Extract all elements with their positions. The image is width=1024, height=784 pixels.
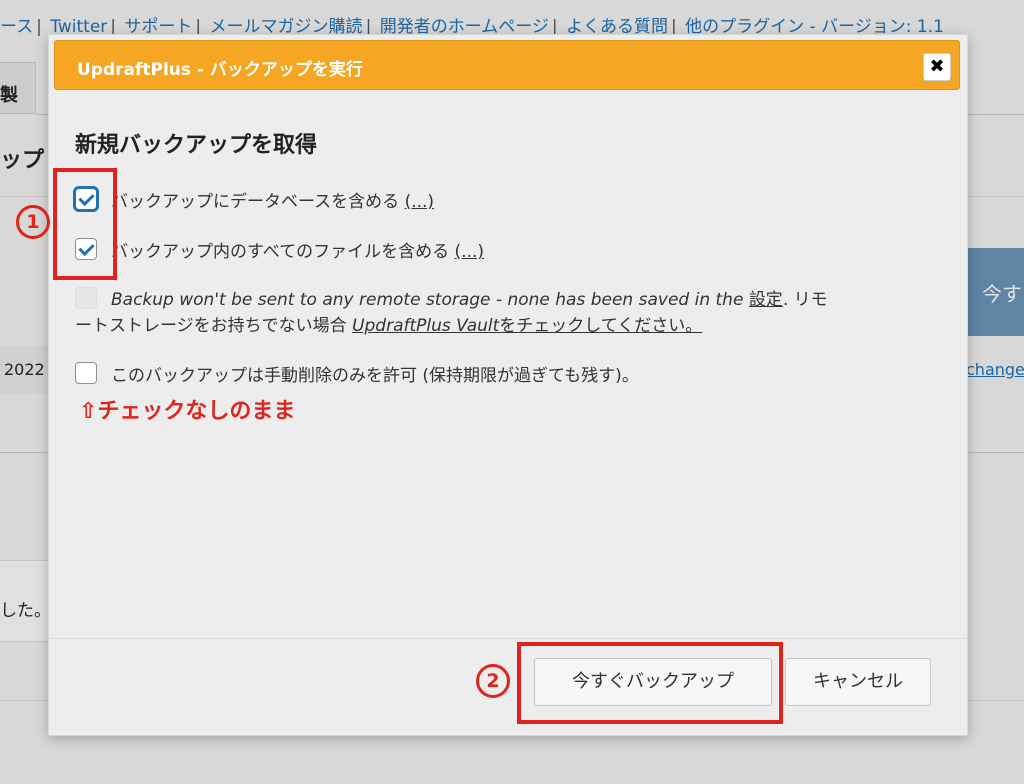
include-files-label: バックアップ内のすべてのファイルを含める xyxy=(111,242,450,262)
annotation-box-2 xyxy=(517,642,783,724)
annotation-keep-unchecked: ⇧チェックなしのまま xyxy=(79,399,296,424)
vault-link[interactable]: UpdraftPlus Vault xyxy=(352,316,499,336)
remote-notice-text: Backup won't be sent to any remote stora… xyxy=(111,290,744,310)
dialog-footer-divider xyxy=(49,638,967,639)
cancel-button[interactable]: キャンセル xyxy=(785,658,931,706)
settings-link[interactable]: 設定 xyxy=(749,290,783,310)
include-database-more-link[interactable]: (...) xyxy=(405,192,434,212)
annotation-box-1 xyxy=(53,168,117,280)
manual-delete-label: このバックアップは手動削除のみを許可 (保持期限が過ぎても残す)。 xyxy=(111,366,639,386)
dialog-title: UpdraftPlus - バックアップを実行 xyxy=(77,60,363,80)
annotation-marker-1: 1 xyxy=(16,205,50,239)
include-files-more-link[interactable]: (...) xyxy=(455,242,484,262)
dialog-titlebar: UpdraftPlus - バックアップを実行 ✖ xyxy=(54,40,960,90)
vault-link-tail[interactable]: をチェックしてください。 xyxy=(499,316,702,336)
vault-link-wrap[interactable]: UpdraftPlus Vaultをチェックしてください。 xyxy=(352,316,702,336)
remote-notice-tail: . リモ xyxy=(782,290,828,310)
close-icon: ✖ xyxy=(929,56,945,77)
manual-delete-checkbox[interactable] xyxy=(75,362,97,384)
include-database-label: バックアップにデータベースを含める xyxy=(111,192,400,212)
remote-storage-notice: Backup won't be sent to any remote stora… xyxy=(75,287,935,339)
close-button[interactable]: ✖ xyxy=(923,53,951,81)
remote-notice-line2: ートストレージをお持ちでない場合 xyxy=(75,316,353,336)
dialog-heading: 新規バックアップを取得 xyxy=(75,133,318,158)
annotation-marker-2: 2 xyxy=(476,664,510,698)
backup-dialog: UpdraftPlus - バックアップを実行 ✖ 新規バックアップを取得 バッ… xyxy=(48,34,968,736)
